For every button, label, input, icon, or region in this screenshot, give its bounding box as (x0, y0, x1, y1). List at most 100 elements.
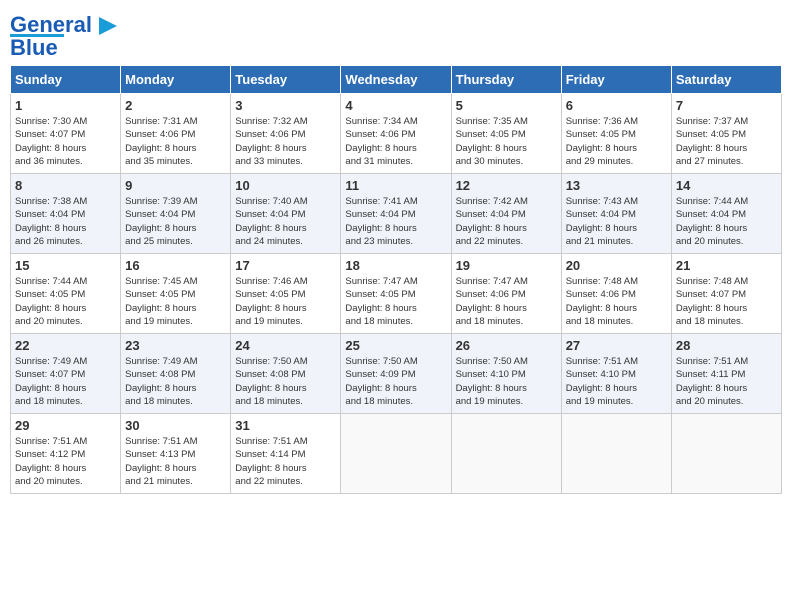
day-info: Sunrise: 7:45 AM Sunset: 4:05 PM Dayligh… (125, 275, 226, 328)
calendar-cell: 8 Sunrise: 7:38 AM Sunset: 4:04 PM Daylig… (11, 174, 121, 254)
day-number: 17 (235, 258, 336, 273)
dow-header-monday: Monday (121, 66, 231, 94)
day-number: 25 (345, 338, 446, 353)
day-number: 3 (235, 98, 336, 113)
calendar-cell (341, 414, 451, 494)
logo-blue-text: Blue (10, 37, 58, 59)
day-number: 27 (566, 338, 667, 353)
day-info: Sunrise: 7:41 AM Sunset: 4:04 PM Dayligh… (345, 195, 446, 248)
day-info: Sunrise: 7:51 AM Sunset: 4:10 PM Dayligh… (566, 355, 667, 408)
calendar-cell (451, 414, 561, 494)
calendar-cell: 30Sunrise: 7:51 AM Sunset: 4:13 PM Dayli… (121, 414, 231, 494)
day-info: Sunrise: 7:42 AM Sunset: 4:04 PM Dayligh… (456, 195, 557, 248)
day-info: Sunrise: 7:50 AM Sunset: 4:08 PM Dayligh… (235, 355, 336, 408)
day-info: Sunrise: 7:47 AM Sunset: 4:05 PM Dayligh… (345, 275, 446, 328)
day-number: 13 (566, 178, 667, 193)
day-number: 28 (676, 338, 777, 353)
day-number: 18 (345, 258, 446, 273)
day-info: Sunrise: 7:51 AM Sunset: 4:11 PM Dayligh… (676, 355, 777, 408)
day-number: 16 (125, 258, 226, 273)
dow-header-sunday: Sunday (11, 66, 121, 94)
calendar-cell: 3 Sunrise: 7:32 AM Sunset: 4:06 PM Daylig… (231, 94, 341, 174)
calendar-cell: 28 Sunrise: 7:51 AM Sunset: 4:11 PM Dayli… (671, 334, 781, 414)
day-info: Sunrise: 7:43 AM Sunset: 4:04 PM Dayligh… (566, 195, 667, 248)
calendar-cell: 20 Sunrise: 7:48 AM Sunset: 4:06 PM Dayli… (561, 254, 671, 334)
day-info: Sunrise: 7:35 AM Sunset: 4:05 PM Dayligh… (456, 115, 557, 168)
day-info: Sunrise: 7:51 AM Sunset: 4:14 PM Dayligh… (235, 435, 336, 488)
day-number: 29 (15, 418, 116, 433)
day-number: 10 (235, 178, 336, 193)
logo: General Blue (10, 10, 117, 59)
day-info: Sunrise: 7:50 AM Sunset: 4:09 PM Dayligh… (345, 355, 446, 408)
calendar-cell: 10 Sunrise: 7:40 AM Sunset: 4:04 PM Dayli… (231, 174, 341, 254)
calendar-cell: 16 Sunrise: 7:45 AM Sunset: 4:05 PM Dayli… (121, 254, 231, 334)
day-number: 6 (566, 98, 667, 113)
dow-header-friday: Friday (561, 66, 671, 94)
calendar-cell: 17 Sunrise: 7:46 AM Sunset: 4:05 PM Dayli… (231, 254, 341, 334)
dow-header-tuesday: Tuesday (231, 66, 341, 94)
day-number: 12 (456, 178, 557, 193)
day-number: 7 (676, 98, 777, 113)
page-header: General Blue (10, 10, 782, 59)
calendar-cell: 25 Sunrise: 7:50 AM Sunset: 4:09 PM Dayli… (341, 334, 451, 414)
day-info: Sunrise: 7:49 AM Sunset: 4:08 PM Dayligh… (125, 355, 226, 408)
day-number: 11 (345, 178, 446, 193)
calendar-cell: 13 Sunrise: 7:43 AM Sunset: 4:04 PM Dayli… (561, 174, 671, 254)
dow-header-thursday: Thursday (451, 66, 561, 94)
calendar-cell: 9 Sunrise: 7:39 AM Sunset: 4:04 PM Daylig… (121, 174, 231, 254)
calendar-cell: 12 Sunrise: 7:42 AM Sunset: 4:04 PM Dayli… (451, 174, 561, 254)
calendar-cell: 29Sunrise: 7:51 AM Sunset: 4:12 PM Dayli… (11, 414, 121, 494)
logo-text: General (10, 14, 117, 36)
day-info: Sunrise: 7:39 AM Sunset: 4:04 PM Dayligh… (125, 195, 226, 248)
day-number: 21 (676, 258, 777, 273)
calendar-cell (561, 414, 671, 494)
day-number: 24 (235, 338, 336, 353)
calendar-cell: 11 Sunrise: 7:41 AM Sunset: 4:04 PM Dayli… (341, 174, 451, 254)
day-info: Sunrise: 7:30 AM Sunset: 4:07 PM Dayligh… (15, 115, 116, 168)
calendar-cell: 19 Sunrise: 7:47 AM Sunset: 4:06 PM Dayli… (451, 254, 561, 334)
day-info: Sunrise: 7:46 AM Sunset: 4:05 PM Dayligh… (235, 275, 336, 328)
day-number: 14 (676, 178, 777, 193)
day-number: 30 (125, 418, 226, 433)
calendar-cell: 7 Sunrise: 7:37 AM Sunset: 4:05 PM Daylig… (671, 94, 781, 174)
calendar-cell (671, 414, 781, 494)
day-number: 4 (345, 98, 446, 113)
day-info: Sunrise: 7:32 AM Sunset: 4:06 PM Dayligh… (235, 115, 336, 168)
day-info: Sunrise: 7:38 AM Sunset: 4:04 PM Dayligh… (15, 195, 116, 248)
day-info: Sunrise: 7:44 AM Sunset: 4:04 PM Dayligh… (676, 195, 777, 248)
calendar-cell: 26 Sunrise: 7:50 AM Sunset: 4:10 PM Dayli… (451, 334, 561, 414)
day-info: Sunrise: 7:40 AM Sunset: 4:04 PM Dayligh… (235, 195, 336, 248)
day-info: Sunrise: 7:37 AM Sunset: 4:05 PM Dayligh… (676, 115, 777, 168)
day-number: 5 (456, 98, 557, 113)
day-number: 26 (456, 338, 557, 353)
calendar-cell: 2Sunrise: 7:31 AM Sunset: 4:06 PM Daylig… (121, 94, 231, 174)
day-info: Sunrise: 7:44 AM Sunset: 4:05 PM Dayligh… (15, 275, 116, 328)
calendar-cell: 22Sunrise: 7:49 AM Sunset: 4:07 PM Dayli… (11, 334, 121, 414)
calendar-cell: 5 Sunrise: 7:35 AM Sunset: 4:05 PM Daylig… (451, 94, 561, 174)
day-info: Sunrise: 7:36 AM Sunset: 4:05 PM Dayligh… (566, 115, 667, 168)
day-number: 22 (15, 338, 116, 353)
calendar-cell: 23Sunrise: 7:49 AM Sunset: 4:08 PM Dayli… (121, 334, 231, 414)
day-info: Sunrise: 7:47 AM Sunset: 4:06 PM Dayligh… (456, 275, 557, 328)
calendar-cell: 4Sunrise: 7:34 AM Sunset: 4:06 PM Daylig… (341, 94, 451, 174)
day-number: 9 (125, 178, 226, 193)
day-number: 20 (566, 258, 667, 273)
calendar-table: SundayMondayTuesdayWednesdayThursdayFrid… (10, 65, 782, 494)
calendar-cell: 1 Sunrise: 7:30 AM Sunset: 4:07 PM Daylig… (11, 94, 121, 174)
day-number: 1 (15, 98, 116, 113)
dow-header-wednesday: Wednesday (341, 66, 451, 94)
calendar-cell: 6 Sunrise: 7:36 AM Sunset: 4:05 PM Daylig… (561, 94, 671, 174)
day-info: Sunrise: 7:48 AM Sunset: 4:07 PM Dayligh… (676, 275, 777, 328)
calendar-cell: 15 Sunrise: 7:44 AM Sunset: 4:05 PM Dayli… (11, 254, 121, 334)
day-info: Sunrise: 7:48 AM Sunset: 4:06 PM Dayligh… (566, 275, 667, 328)
calendar-cell: 27 Sunrise: 7:51 AM Sunset: 4:10 PM Dayli… (561, 334, 671, 414)
calendar-cell: 31Sunrise: 7:51 AM Sunset: 4:14 PM Dayli… (231, 414, 341, 494)
day-info: Sunrise: 7:50 AM Sunset: 4:10 PM Dayligh… (456, 355, 557, 408)
calendar-cell: 24 Sunrise: 7:50 AM Sunset: 4:08 PM Dayli… (231, 334, 341, 414)
day-number: 15 (15, 258, 116, 273)
logo-arrow-icon (99, 17, 117, 35)
day-number: 2 (125, 98, 226, 113)
day-number: 8 (15, 178, 116, 193)
day-number: 19 (456, 258, 557, 273)
calendar-cell: 18 Sunrise: 7:47 AM Sunset: 4:05 PM Dayli… (341, 254, 451, 334)
